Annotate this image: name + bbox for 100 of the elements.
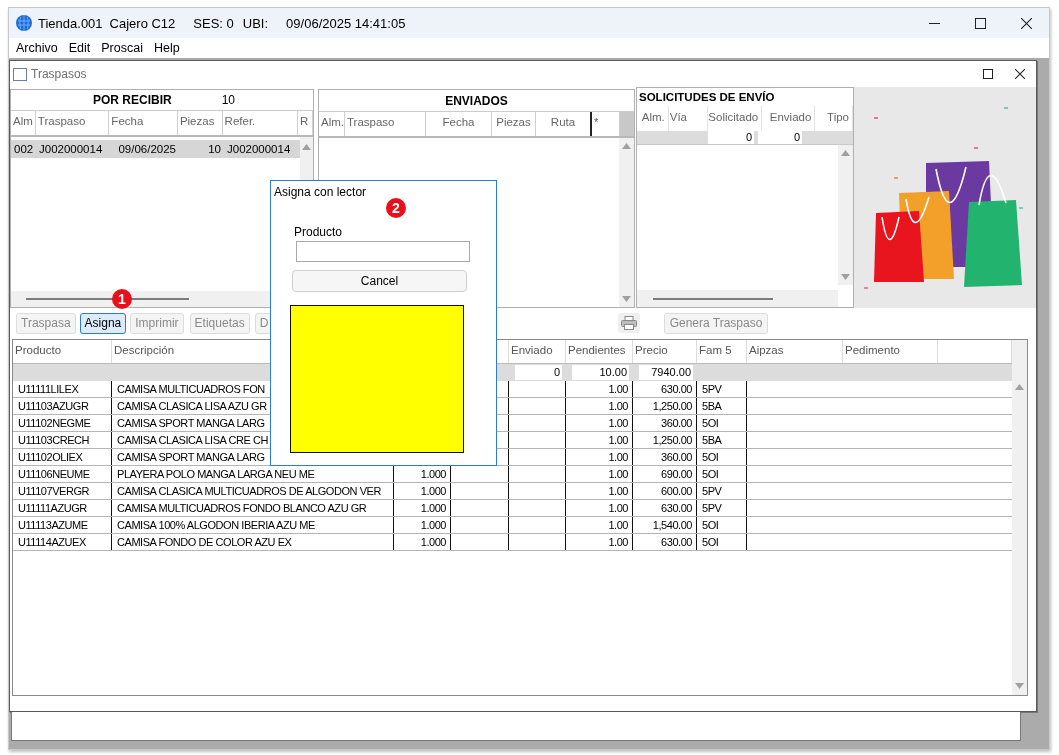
column-header[interactable]: Fecha — [109, 111, 178, 135]
window-icon — [13, 67, 27, 81]
column-header[interactable]: Aipzas — [747, 340, 843, 363]
table-cell: 1.000 — [394, 534, 451, 550]
scrollbar-thumb[interactable] — [26, 298, 189, 300]
table-cell: CAMISA MULTICUADROS FONDO BLANCO AZU GR — [112, 500, 394, 516]
table-cell: CAMISA 100% ALGODON IBERIA AZU ME — [112, 517, 394, 533]
column-header[interactable]: Refer. — [222, 111, 299, 135]
scroll-down-icon[interactable] — [841, 274, 850, 280]
table-cell: 630.00 — [633, 381, 697, 397]
table-cell: 1.00 — [566, 500, 633, 516]
scroll-up-icon[interactable] — [1015, 384, 1024, 390]
column-header[interactable]: Traspaso — [345, 112, 426, 136]
table-cell: 1,540.00 — [633, 517, 697, 533]
table-cell: U11103CRECH — [13, 432, 112, 448]
table-cell: U11111LILEX — [13, 381, 112, 397]
table-cell: U11111AZUGR — [13, 500, 112, 516]
total-cell: 0 — [758, 131, 802, 144]
table-cell: U11106NEUME — [13, 466, 112, 482]
title-text: UBI: — [242, 15, 269, 31]
table-cell: 690.00 — [633, 466, 697, 482]
table-cell: 5OI — [697, 415, 747, 431]
column-header[interactable]: Pedimento — [843, 340, 938, 363]
column-header[interactable]: Fecha — [426, 112, 492, 136]
table-cell: 1.000 — [394, 483, 451, 499]
vertical-scrollbar[interactable] — [1012, 340, 1027, 695]
minimize-icon[interactable] — [928, 22, 940, 24]
column-header[interactable]: Enviado — [509, 340, 566, 363]
column-header[interactable]: Pendientes — [566, 340, 633, 363]
table-cell: U11103AZUGR — [13, 398, 112, 414]
printer-icon[interactable] — [620, 316, 637, 330]
table-cell: 630.00 — [633, 500, 697, 516]
maximize-icon[interactable] — [983, 69, 993, 79]
table-cell: 1.000 — [394, 517, 451, 533]
table-cell: 1.00 — [566, 415, 633, 431]
toolbar-button[interactable]: Asigna — [79, 312, 127, 334]
column-header[interactable]: Piezas — [492, 112, 536, 136]
column-header[interactable]: Ruta — [536, 112, 592, 136]
horizontal-scrollbar[interactable] — [637, 290, 838, 307]
table-cell: 1,250.00 — [633, 432, 697, 448]
total-cell: 0 — [708, 131, 754, 144]
table-cell: U11102NEGME — [13, 415, 112, 431]
table-cell: 1.00 — [566, 517, 633, 533]
column-header[interactable]: Traspaso — [35, 111, 110, 135]
column-header[interactable]: Fam 5 — [697, 340, 747, 363]
scroll-down-icon[interactable] — [622, 296, 631, 302]
panel-title: POR RECIBIR — [93, 93, 172, 107]
table-cell: 600.00 — [633, 483, 697, 499]
transfer-row[interactable]: 002 J002000014 09/06/2025 10 J002000014 — [11, 140, 300, 158]
menu-item[interactable]: Edit — [67, 41, 97, 55]
menu-item[interactable]: Archivo — [15, 41, 64, 55]
column-header[interactable]: * — [592, 112, 620, 136]
table-cell: 5PV — [697, 500, 747, 516]
scrollbar-thumb[interactable] — [653, 297, 773, 300]
window-title: Traspasos — [31, 67, 87, 81]
maximize-icon[interactable] — [974, 17, 986, 29]
cancel-button[interactable]: Cancel — [292, 270, 467, 292]
table-cell: 1.00 — [566, 381, 633, 397]
table-cell: 5OI — [697, 466, 747, 482]
table-cell-text: J002000014 — [226, 143, 292, 155]
table-cell: 1.00 — [566, 432, 633, 448]
close-icon[interactable] — [1020, 17, 1032, 29]
table-cell-text: 002 — [13, 143, 35, 155]
table-cell: 360.00 — [633, 415, 697, 431]
panel-title: SOLICITUDES DE ENVÍO — [639, 91, 775, 103]
title-text: Cajero C12 — [109, 15, 176, 31]
product-field[interactable] — [296, 241, 470, 262]
column-header[interactable]: R — [298, 111, 313, 135]
title-text: 09/06/2025 14:41:05 — [286, 15, 406, 31]
column-header[interactable]: Producto — [13, 340, 112, 363]
table-cell: CAMISA CLASICA MULTICUADROS DE ALGODON VER — [112, 483, 394, 499]
menu-item[interactable]: Proscai — [100, 41, 149, 55]
scroll-down-icon[interactable] — [1015, 683, 1024, 689]
close-icon[interactable] — [1015, 69, 1025, 79]
table-cell: 5BA — [697, 432, 747, 448]
table-cell: 1.00 — [566, 534, 633, 550]
table-cell: 360.00 — [633, 449, 697, 465]
table-cell: 1.000 — [394, 500, 451, 516]
scroll-up-icon[interactable] — [841, 150, 850, 156]
column-header[interactable]: Piezas — [177, 111, 223, 135]
title-text: SES: 0 — [193, 15, 234, 31]
table-cell: 5OI — [697, 534, 747, 550]
field-label: Producto — [294, 225, 344, 239]
panel-title: ENVIADOS — [445, 93, 508, 108]
scroll-up-icon[interactable] — [302, 144, 311, 150]
column-header[interactable]: Alm. — [319, 112, 345, 136]
total-cell: 0 — [515, 365, 562, 380]
menu-item[interactable]: Help — [152, 41, 186, 55]
total-cell: 10.00 — [572, 365, 629, 380]
table-cell: 5BA — [697, 398, 747, 414]
table-cell: 5PV — [697, 381, 747, 397]
column-header[interactable]: Alm — [11, 111, 36, 135]
column-header[interactable]: Precio — [633, 340, 697, 363]
table-cell: 5PV — [697, 483, 747, 499]
scroll-up-icon[interactable] — [622, 143, 631, 149]
vertical-scrollbar[interactable] — [838, 145, 853, 285]
total-cell: 7940.00 — [639, 365, 693, 380]
table-cell: CAMISA FONDO DE COLOR AZU EX — [112, 534, 394, 550]
table-cell: 1.00 — [566, 449, 633, 465]
vertical-scrollbar[interactable] — [619, 138, 634, 307]
